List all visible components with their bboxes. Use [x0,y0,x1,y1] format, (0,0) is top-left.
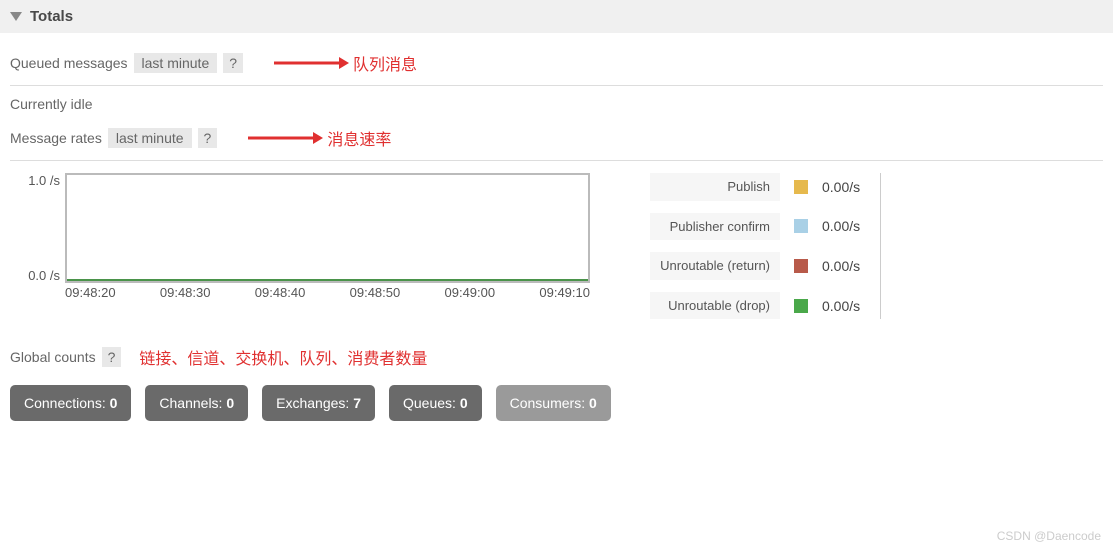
x-tick: 09:48:50 [350,285,401,300]
queued-annotation-text: 队列消息 [353,51,417,75]
pill-label: Queues: [403,395,456,411]
legend-value: 0.00/s [822,298,860,314]
rates-label: Message rates [10,130,102,146]
pill-value: 7 [353,395,361,411]
y-tick: 1.0 /s [28,173,60,188]
queued-label: Queued messages [10,55,128,71]
message-rates-row: Message rates last minute ? 消息速率 [10,120,1103,161]
queues-pill[interactable]: Queues: 0 [389,385,482,421]
legend-value: 0.00/s [822,179,860,195]
rates-annotation: 消息速率 [243,126,391,150]
legend-item-publish: Publish 0.00/s [650,173,860,201]
rates-legend: Publish 0.00/s Publisher confirm 0.00/s … [650,173,881,319]
idle-status: Currently idle [10,86,1103,120]
global-label: Global counts [10,349,96,365]
queued-range-selector[interactable]: last minute [134,53,218,73]
legend-value: 0.00/s [822,258,860,274]
queued-messages-row: Queued messages last minute ? 队列消息 [10,45,1103,86]
chart-y-axis: 1.0 /s 0.0 /s [10,173,60,283]
header-title: Totals [30,8,73,25]
channels-pill[interactable]: Channels: 0 [145,385,248,421]
x-tick: 09:48:20 [65,285,116,300]
arrow-icon [269,53,349,73]
connections-pill[interactable]: Connections: 0 [10,385,131,421]
chart-x-axis: 09:48:20 09:48:30 09:48:40 09:48:50 09:4… [65,283,590,300]
legend-swatch [794,259,808,273]
pill-label: Exchanges: [276,395,349,411]
legend-swatch [794,180,808,194]
x-tick: 09:49:10 [539,285,590,300]
watermark: CSDN @Daencode [997,529,1101,543]
pill-value: 0 [226,395,234,411]
pill-value: 0 [460,395,468,411]
rates-annotation-text: 消息速率 [327,126,391,150]
totals-header[interactable]: Totals [0,0,1113,33]
legend-item-unroutable-return: Unroutable (return) 0.00/s [650,252,860,280]
pill-label: Connections: [24,395,106,411]
chart-plot-area [65,173,590,283]
legend-label: Unroutable (drop) [650,292,780,320]
chart-line [67,279,588,281]
pill-label: Consumers: [510,395,585,411]
consumers-pill[interactable]: Consumers: 0 [496,385,611,421]
global-annotation-text: 链接、信道、交换机、队列、消费者数量 [139,345,427,369]
pill-label: Channels: [159,395,222,411]
rates-chart: 1.0 /s 0.0 /s 09:48:20 09:48:30 09:48:40… [10,173,590,300]
legend-value: 0.00/s [822,218,860,234]
x-tick: 09:48:40 [255,285,306,300]
queued-annotation: 队列消息 [269,51,417,75]
legend-item-publisher-confirm: Publisher confirm 0.00/s [650,213,860,241]
queued-help-icon[interactable]: ? [223,53,243,73]
legend-item-unroutable-drop: Unroutable (drop) 0.00/s [650,292,860,320]
global-help-icon[interactable]: ? [102,347,122,367]
global-counts-row: Global counts ? 链接、信道、交换机、队列、消费者数量 [10,331,1103,381]
legend-label: Publish [650,173,780,201]
rates-help-icon[interactable]: ? [198,128,218,148]
legend-swatch [794,299,808,313]
exchanges-pill[interactable]: Exchanges: 7 [262,385,375,421]
legend-swatch [794,219,808,233]
rates-range-selector[interactable]: last minute [108,128,192,148]
pill-value: 0 [589,395,597,411]
counts-row: Connections: 0 Channels: 0 Exchanges: 7 … [10,381,1103,431]
legend-label: Publisher confirm [650,213,780,241]
x-tick: 09:49:00 [445,285,496,300]
pill-value: 0 [110,395,118,411]
arrow-icon [243,128,323,148]
y-tick: 0.0 /s [28,268,60,283]
chart-legend-row: 1.0 /s 0.0 /s 09:48:20 09:48:30 09:48:40… [10,161,1103,331]
x-tick: 09:48:30 [160,285,211,300]
legend-label: Unroutable (return) [650,252,780,280]
collapse-icon [10,12,22,21]
